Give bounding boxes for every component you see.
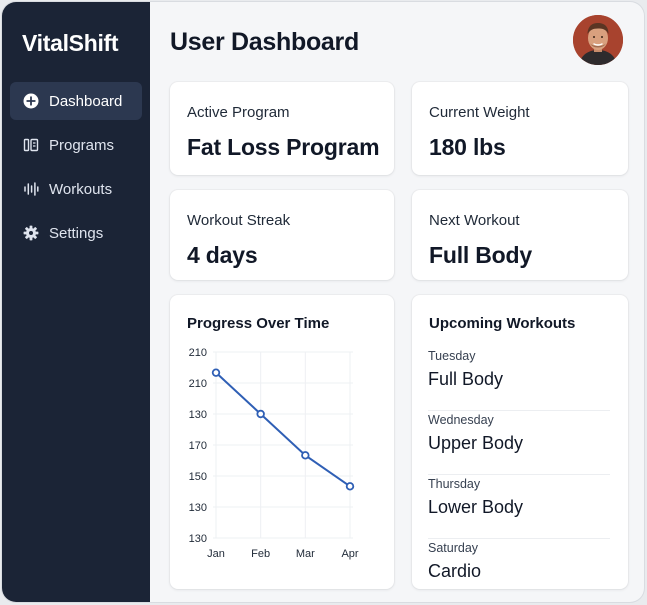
data-point [211,368,221,377]
workout-day: Saturday [428,541,479,555]
main-content: User Dashboard Active Program Fat Loss P… [150,2,644,602]
card-value: Fat Loss Program [187,134,380,160]
workout-name: Lower Body [428,497,524,517]
sidebar-item-label: Settings [49,224,104,242]
y-tick-label: 170 [189,440,207,452]
y-tick-label: 210 [189,347,207,359]
card-label: Next Workout [429,212,520,229]
y-tick-label: 130 [189,409,207,421]
active-program-card: Active Program Fat Loss Program [170,82,394,175]
x-tick-label: Feb [251,548,270,560]
current-weight-card: Current Weight 180 lbs [412,82,628,175]
sidebar-item-label: Programs [49,136,115,154]
card-value: 4 days [187,242,258,268]
app-window: VitalShift Dashboard Programs Workouts S… [2,2,644,602]
workout-streak-card: Workout Streak 4 days [170,190,394,280]
workout-day: Wednesday [428,413,494,427]
series-line [215,371,351,488]
sidebar: VitalShift Dashboard Programs Workouts S… [2,2,150,602]
card-value: 180 lbs [429,134,506,160]
y-tick-label: 150 [189,471,207,483]
programs-icon [22,136,40,154]
list-item[interactable]: Thursday Lower Body [428,475,610,539]
sidebar-item-label: Workouts [49,180,113,198]
list-item[interactable]: Tuesday Full Body [428,347,610,411]
y-tick-label: 210 [189,378,207,390]
workout-name: Upper Body [428,433,524,453]
workout-name: Full Body [428,369,504,389]
sidebar-item-settings[interactable]: Settings [10,214,142,252]
data-point [301,451,310,460]
progress-chart-card: Progress Over Time 210 210 130 170 150 130 130… [170,295,394,589]
brand-logo[interactable]: VitalShift [22,30,119,57]
progress-line-chart: 210210130170150130130Jan Feb Mar Apr [189,347,359,560]
data-point [345,482,355,491]
x-tick-label: Jan [207,548,225,560]
gear-icon [22,224,40,242]
sidebar-item-dashboard[interactable]: Dashboard [10,82,142,120]
data-point [256,409,265,419]
x-tick-label: Apr [341,548,358,560]
x-tick-label: Mar [296,548,315,560]
sidebar-item-programs[interactable]: Programs [10,126,142,164]
card-label: Current Weight [429,104,530,121]
y-tick-label: 130 [189,533,207,545]
sidebar-item-label: Dashboard [49,92,123,110]
workout-day: Tuesday [428,349,476,363]
list-item[interactable]: Wednesday Upper Body [428,411,610,475]
card-value: Full Body [429,242,532,268]
user-avatar[interactable] [573,15,623,65]
workout-name: Cardio [428,561,482,581]
bars-icon [22,180,40,198]
next-workout-card: Next Workout Full Body [412,190,628,280]
card-label: Active Program [187,104,290,121]
page-title: User Dashboard [170,28,359,56]
upcoming-workouts-list: Tuesday Full Body Wednesday Upper Body T… [428,347,610,602]
upcoming-workouts-card: Upcoming Workouts Tuesday Full Body Wedn… [412,295,628,589]
plus-circle-icon [22,92,40,110]
sidebar-item-workouts[interactable]: Workouts [10,170,142,208]
sidebar-nav: Dashboard Programs Workouts Settings [10,82,142,258]
workout-day: Thursday [428,477,481,491]
list-item[interactable]: Saturday Cardio [428,539,610,602]
upcoming-title: Upcoming Workouts [429,315,576,332]
y-tick-label: 130 [189,502,207,514]
card-label: Workout Streak [187,212,291,229]
